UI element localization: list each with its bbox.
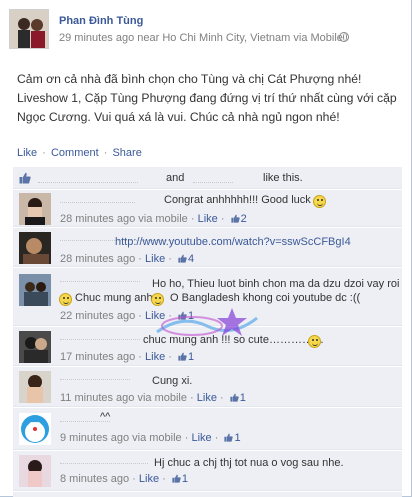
comment-like-count[interactable]: 2 xyxy=(241,213,247,225)
comment-meta: 28 minutes ago via mobile · Like · 2 xyxy=(60,213,247,225)
thumbs-up-icon xyxy=(178,352,187,361)
smiley-icon xyxy=(308,335,321,348)
commenter-avatar[interactable] xyxy=(19,274,51,306)
likes-tail: like this. xyxy=(263,172,303,184)
commenter-avatar[interactable] xyxy=(19,455,51,487)
comment-meta: 28 minutes ago · Like · 4 xyxy=(60,253,194,265)
likes-and: and xyxy=(166,172,185,184)
separator: · xyxy=(168,351,172,363)
comment-text: Congrat anhhhhh!!! Good luck xyxy=(164,194,311,206)
comment-like-link[interactable]: Like xyxy=(191,432,211,444)
comment-time: 8 minutes ago xyxy=(60,473,130,485)
comment-text: Chuc mung anh xyxy=(75,292,153,304)
comment-text: Ho ho, Thieu luot binh chon ma da dzu dz… xyxy=(152,278,400,290)
comment-text: Cung xi. xyxy=(152,375,193,387)
commenter-name-redacted[interactable] xyxy=(60,455,148,464)
separator: · xyxy=(138,253,142,265)
separator: · xyxy=(138,351,142,363)
thumbs-up-icon xyxy=(19,172,31,184)
comment-like-link[interactable]: Like xyxy=(198,213,218,225)
comment-item: ^^ 9 minutes ago via mobile · Like · 1 xyxy=(13,408,402,450)
commenter-name-redacted[interactable] xyxy=(60,371,130,380)
author-name[interactable]: Phan Đình Tùng xyxy=(59,15,143,27)
comment-text-part: O Banglad xyxy=(170,292,222,304)
comment-like-count[interactable]: 4 xyxy=(188,253,194,265)
separator: · xyxy=(190,213,195,225)
comment-like-link[interactable]: Like xyxy=(139,473,159,485)
smiley-icon xyxy=(59,293,72,306)
thumbs-up-icon xyxy=(172,474,181,483)
separator: · xyxy=(162,473,166,485)
comment-link[interactable]: Comment xyxy=(51,147,99,159)
liker-name-redacted[interactable] xyxy=(38,172,138,183)
thumbs-up-icon xyxy=(230,393,239,402)
separator: · xyxy=(214,432,219,444)
comment-item: Cung xi. 11 minutes ago via mobile · Lik… xyxy=(13,367,402,407)
comment-item: http://www.youtube.com/watch?v=sswScCFBg… xyxy=(13,228,402,267)
comment-meta: 9 minutes ago via mobile · Like · 1 xyxy=(60,432,241,444)
commenter-avatar[interactable] xyxy=(19,331,51,363)
comment-like-count[interactable]: 1 xyxy=(240,392,246,404)
comment-text: O Bangladesh khong coi youtube dc :(( xyxy=(170,292,360,304)
liker-count-redacted[interactable] xyxy=(193,172,233,183)
share-link[interactable]: Share xyxy=(112,147,141,159)
comment-meta: 8 minutes ago · Like · 1 xyxy=(60,473,188,485)
comment-item: Hj chuc a chj thj tot nua o vog sau nhe.… xyxy=(13,451,402,491)
comment-item: Congrat anhhhhh!!! Good luck 28 minutes … xyxy=(13,190,402,227)
separator: · xyxy=(220,392,224,404)
post-actions: Like · Comment · Share xyxy=(17,147,142,159)
comment-text: ^^ xyxy=(100,411,111,423)
comment-item-partial xyxy=(13,492,402,497)
comment-like-link[interactable]: Like xyxy=(145,351,165,363)
separator: · xyxy=(103,147,108,159)
comment-time: 17 minutes ago xyxy=(60,351,136,363)
likes-summary: and like this. xyxy=(13,167,402,189)
comment-time: 28 minutes ago via mobile xyxy=(60,213,188,225)
thumbs-up-icon xyxy=(230,214,240,223)
watermark-logo xyxy=(156,308,258,336)
comment-like-count[interactable]: 1 xyxy=(182,473,188,485)
comment-time: 28 minutes ago xyxy=(60,253,136,265)
commenter-avatar[interactable] xyxy=(19,413,51,445)
comment-text-part: esh khong coi youtube dc :(( xyxy=(221,292,361,304)
smiley-icon xyxy=(313,195,326,208)
comment-like-count[interactable]: 1 xyxy=(188,351,194,363)
comment-like-link[interactable]: Like xyxy=(197,392,217,404)
commenter-avatar[interactable] xyxy=(19,193,51,225)
comment-meta: 17 minutes ago · Like · 1 xyxy=(60,351,194,363)
comment-time: 11 minutes ago via mobile xyxy=(60,392,187,404)
separator: · xyxy=(220,213,225,225)
comment-time: 22 minutes ago xyxy=(60,310,136,322)
comment-meta: 11 minutes ago via mobile · Like · 1 xyxy=(60,392,246,404)
like-link[interactable]: Like xyxy=(17,147,37,159)
separator: · xyxy=(132,473,136,485)
comment-time: 9 minutes ago via mobile xyxy=(60,432,182,444)
post-meta: 29 minutes ago near Ho Chi Minh City, Vi… xyxy=(59,32,343,44)
commenter-name-redacted[interactable] xyxy=(60,331,140,340)
comment-text: Hj chuc a chj thj tot nua o vog sau nhe. xyxy=(154,457,344,469)
comment-like-link[interactable]: Like xyxy=(145,253,165,265)
separator: · xyxy=(42,147,46,159)
separator: · xyxy=(184,432,189,444)
post-text: Cảm ơn cả nhà đã bình chọn cho Tùng và c… xyxy=(17,72,397,124)
globe-icon[interactable] xyxy=(339,32,349,42)
separator: · xyxy=(138,310,142,322)
commenter-avatar[interactable] xyxy=(19,371,51,403)
separator: · xyxy=(190,392,194,404)
comment-link-url[interactable]: http://www.youtube.com/watch?v=sswScCFBg… xyxy=(115,236,351,248)
commenter-name-redacted[interactable] xyxy=(60,273,140,282)
commenter-name-redacted[interactable] xyxy=(60,194,135,203)
thumbs-up-icon xyxy=(224,433,234,442)
separator: · xyxy=(168,253,172,265)
thumbs-up-icon xyxy=(178,254,187,263)
comment-like-count[interactable]: 1 xyxy=(234,432,240,444)
commenter-avatar[interactable] xyxy=(19,232,51,264)
author-avatar[interactable] xyxy=(9,9,49,49)
